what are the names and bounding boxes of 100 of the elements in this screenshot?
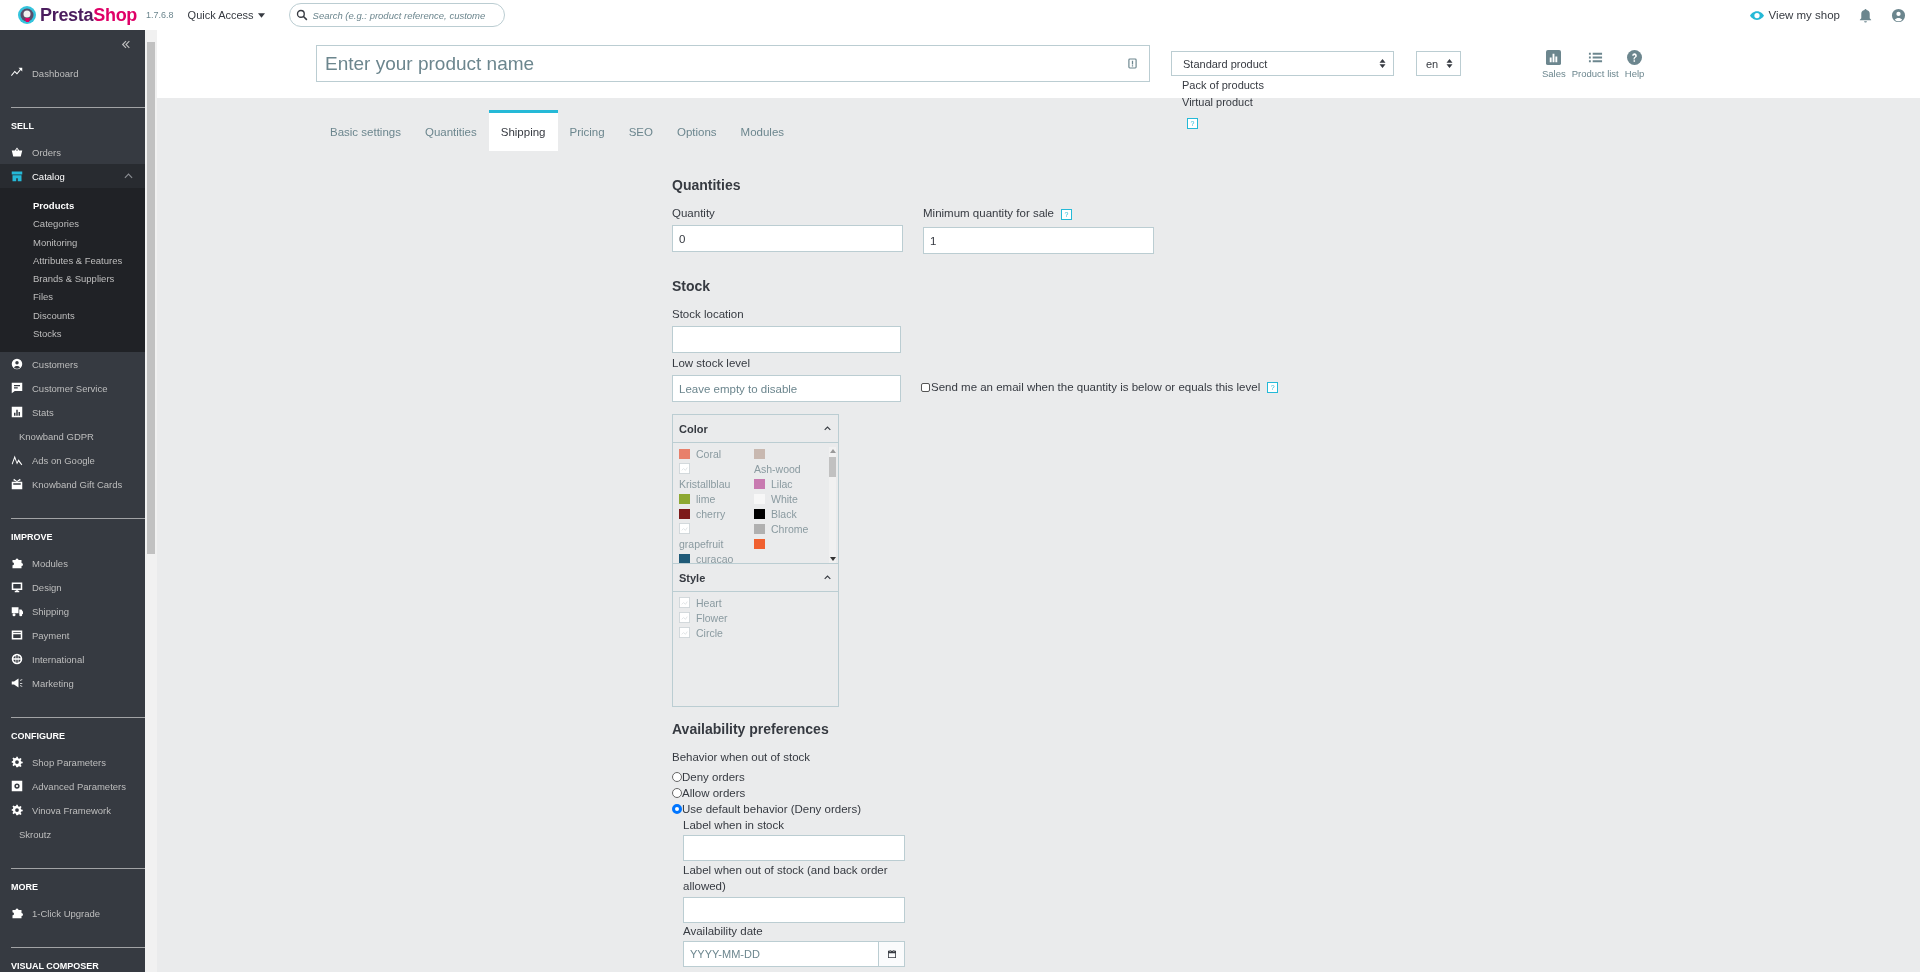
radio-label[interactable]: Allow orders [682, 785, 746, 801]
submenu-item[interactable]: Products [0, 197, 145, 216]
chart-icon [11, 406, 23, 419]
sidebar-item[interactable]: International [0, 647, 145, 672]
toolbar-button[interactable]: Product list [1571, 50, 1619, 79]
sidebar-item[interactable]: Customer Service [0, 376, 145, 401]
sidebar-item[interactable]: Modules [0, 551, 145, 576]
tab[interactable]: Options [664, 110, 729, 151]
radio-label[interactable]: Deny orders [682, 769, 745, 785]
color-swatch[interactable] [679, 494, 690, 504]
submenu-item[interactable]: Monitoring [0, 233, 145, 252]
product-type-option[interactable]: Virtual product [1171, 94, 1253, 110]
scroll-thumb[interactable] [829, 457, 836, 477]
image-placeholder-icon[interactable] [679, 463, 690, 474]
sidebar-item[interactable]: Knowband GDPR [0, 424, 145, 449]
product-type-option[interactable]: Pack of products [1171, 77, 1264, 93]
view-my-shop-link[interactable]: View my shop [1749, 9, 1840, 21]
trend-icon [11, 67, 23, 79]
image-placeholder-icon[interactable] [679, 523, 690, 534]
sidebar-item[interactable]: Design [0, 575, 145, 600]
sidebar-item[interactable]: Customers [0, 352, 145, 377]
sidebar-item[interactable]: 1-Click Upgrade [0, 901, 145, 926]
chevron-icon [824, 575, 831, 580]
sidebar-item-label: Knowband GDPR [19, 430, 95, 442]
color-swatch[interactable] [679, 509, 690, 519]
tab[interactable]: Modules [728, 110, 797, 151]
sidebar-item[interactable]: Dashboard [0, 61, 145, 85]
quantity-field[interactable]: 0 [672, 225, 903, 252]
tab[interactable]: Quantities [412, 110, 489, 151]
minimum-quantity-field[interactable]: 1 [923, 227, 1154, 254]
section-title: MORE [10, 881, 39, 895]
date-field[interactable]: YYYY-MM-DD [683, 941, 879, 967]
scrollbar[interactable] [145, 30, 157, 972]
sidebar-item[interactable]: Payment [0, 623, 145, 648]
color-swatch[interactable] [754, 509, 765, 519]
sidebar-item[interactable]: Shop Parameters [0, 750, 145, 775]
toolbar-button[interactable]: Help [1624, 50, 1645, 79]
product-name-field[interactable]: Enter your product name [316, 45, 1150, 82]
stock-location-field[interactable] [672, 326, 901, 353]
language-select[interactable]: en [1416, 51, 1461, 76]
bell-icon[interactable] [1858, 7, 1873, 23]
user-icon[interactable] [1891, 7, 1906, 23]
caret-down-icon[interactable] [829, 557, 836, 561]
sidebar-item[interactable]: Knowband Gift Cards [0, 472, 145, 497]
color-swatch[interactable] [679, 554, 690, 563]
logo-icon[interactable] [17, 5, 37, 25]
color-swatch[interactable] [754, 449, 765, 459]
scrollbar[interactable] [829, 447, 836, 563]
color-swatch[interactable] [754, 539, 765, 549]
gear-icon [11, 804, 23, 817]
sidebar-item[interactable]: Catalog [0, 164, 145, 188]
checkbox-label[interactable]: Send me an email when the quantity is below or equals this level [931, 381, 1261, 393]
color-swatch[interactable] [679, 449, 690, 459]
sidebar-item[interactable]: Skroutz [0, 822, 145, 847]
in-stock-label-field[interactable] [683, 835, 905, 861]
tab[interactable]: SEO [616, 110, 665, 151]
sidebar-item[interactable]: Advanced Parameters [0, 774, 145, 799]
sidebar-item[interactable]: Orders [0, 140, 145, 164]
sidebar-item[interactable]: Ads on Google [0, 448, 145, 473]
product-type-select[interactable]: Standard product [1171, 51, 1394, 76]
radio-button[interactable] [672, 772, 682, 782]
sidebar-item[interactable]: Stats [0, 400, 145, 425]
low-stock-field[interactable]: Leave empty to disable [672, 375, 901, 402]
image-placeholder-icon[interactable] [679, 627, 690, 638]
image-placeholder-icon[interactable] [679, 612, 690, 623]
filter-header[interactable]: Style [673, 563, 838, 592]
color-swatch[interactable] [754, 524, 765, 534]
radio-button[interactable] [672, 788, 682, 798]
sidebar-item-label: Orders [32, 146, 63, 158]
quick-access-menu[interactable]: Quick Access [187, 9, 265, 21]
sidebar-item-label: Ads on Google [32, 454, 96, 466]
submenu-item[interactable]: Categories [0, 215, 145, 234]
sidebar-item[interactable]: Vinova Framework [0, 798, 145, 823]
search-field[interactable]: Search (e.g.: product reference, custome [288, 3, 505, 27]
calendar-button[interactable] [879, 941, 905, 967]
checkbox[interactable] [921, 382, 930, 392]
radio-label[interactable]: Use default behavior (Deny orders) [682, 801, 861, 817]
toolbar-button[interactable]: Sales [1542, 50, 1566, 79]
field-label: Minimum quantity for sale [923, 206, 1055, 220]
submenu-item[interactable]: Discounts [0, 306, 145, 326]
color-swatch[interactable] [754, 479, 765, 489]
collapse-icon[interactable] [121, 40, 131, 49]
sidebar-item[interactable]: Shipping [0, 599, 145, 624]
sort-arrows-icon [1379, 59, 1386, 68]
radio-button[interactable] [672, 804, 682, 814]
logo-text[interactable]: PrestaShop [40, 4, 138, 26]
submenu-item[interactable]: Brands & Suppliers [0, 270, 145, 289]
submenu-item[interactable]: Files [0, 288, 145, 307]
tab[interactable]: Pricing [557, 110, 617, 151]
image-placeholder-icon[interactable] [679, 597, 690, 608]
submenu-item[interactable]: Stocks [0, 325, 145, 344]
tab[interactable]: Basic settings [318, 110, 413, 151]
sidebar-item[interactable]: Marketing [0, 671, 145, 696]
out-of-stock-label-field[interactable] [683, 897, 905, 923]
section-heading: Availability preferences [672, 721, 829, 737]
field-label: Stock location [672, 307, 744, 321]
caret-up-icon[interactable] [829, 449, 836, 453]
submenu-item[interactable]: Attributes & Features [0, 251, 145, 271]
tab[interactable]: Shipping [488, 110, 558, 151]
filter-header[interactable]: Color [673, 415, 838, 443]
